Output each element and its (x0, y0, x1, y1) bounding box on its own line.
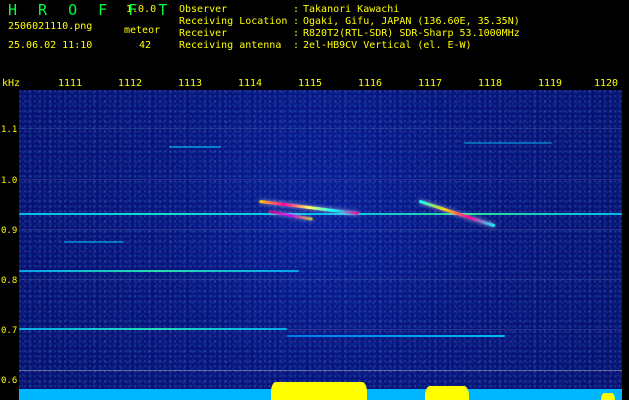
receiver-value: R820T2(RTL-SDR) SDR-Sharp 53.1000MHz (303, 28, 520, 39)
carrier-line-0-93 (19, 213, 622, 215)
y-tick-0-9: 0.9 (1, 226, 18, 236)
weak-signal-1 (169, 146, 221, 148)
signal-level-bar (19, 382, 622, 400)
x-tick-1112: 1112 (118, 78, 143, 89)
x-tick-1119: 1119 (538, 78, 563, 89)
carrier-line-0-82 (19, 270, 299, 272)
x-tick-1111: 1111 (58, 78, 83, 89)
observer-separator: : (293, 4, 300, 15)
receiver-label: Receiver (179, 28, 228, 39)
grid-line-1-0 (19, 179, 622, 180)
antenna-label: Receiving antenna (179, 40, 282, 51)
y-tick-1-0: 1.0 (1, 176, 18, 186)
spectrogram-display (19, 90, 622, 400)
observer-row: Observer : Takanori Kawachi (179, 4, 520, 16)
y-tick-0-6: 0.6 (1, 376, 18, 386)
app-version: 1.0.0 (126, 4, 157, 15)
file-name-label: 2506021110.png (8, 21, 93, 32)
x-tick-1113: 1113 (178, 78, 203, 89)
right-margin (622, 90, 629, 400)
y-tick-0-8: 0.8 (1, 276, 18, 286)
x-tick-1117: 1117 (418, 78, 443, 89)
y-axis: 1.1 1.0 0.9 0.8 0.7 0.6 (0, 90, 19, 400)
antenna-value: 2el-HB9CV Vertical (el. E-W) (303, 40, 472, 51)
weak-signal-2 (464, 142, 552, 144)
location-separator: : (293, 16, 300, 27)
spectrogram-noise (19, 90, 622, 400)
y-tick-1-1: 1.1 (1, 125, 18, 135)
carrier-line-0-70 (19, 328, 287, 330)
app-header: H R O F F T 1.0.0 2506021110.png meteor … (0, 0, 629, 60)
grid-line-0-8 (19, 279, 622, 280)
grid-line-1-1 (19, 128, 622, 129)
timestamp-label: 25.06.02 11:10 (8, 40, 93, 51)
meteor-label: meteor (124, 25, 161, 36)
grid-line-0-6 (19, 370, 622, 371)
location-value: Ogaki, Gifu, JAPAN (136.60E, 35.35N) (303, 16, 520, 27)
location-row: Receiving Location : Ogaki, Gifu, JAPAN … (179, 16, 520, 28)
observer-value: Takanori Kawachi (303, 4, 400, 15)
grid-line-0-9 (19, 229, 622, 230)
x-tick-1120: 1120 (594, 78, 619, 89)
small-level-spike (601, 393, 615, 400)
receiver-separator: : (293, 28, 300, 39)
meteor-level-spike-secondary (425, 386, 469, 400)
location-label: Receiving Location (179, 16, 288, 27)
antenna-row: Receiving antenna : 2el-HB9CV Vertical (… (179, 40, 520, 52)
x-tick-1116: 1116 (358, 78, 383, 89)
y-tick-0-7: 0.7 (1, 326, 18, 336)
receiver-row: Receiver : R820T2(RTL-SDR) SDR-Sharp 53.… (179, 28, 520, 40)
khz-label: kHz (2, 78, 21, 89)
weak-signal-3 (64, 241, 124, 243)
meteor-level-spike (271, 382, 367, 400)
meteor-count-value: 42 (139, 40, 152, 51)
antenna-separator: : (293, 40, 300, 51)
carrier-line-0-69 (287, 335, 505, 337)
x-tick-1114: 1114 (238, 78, 263, 89)
x-tick-1118: 1118 (478, 78, 503, 89)
x-tick-1115: 1115 (298, 78, 323, 89)
observer-label: Observer (179, 4, 228, 15)
station-info: Observer : Takanori Kawachi Receiving Lo… (179, 4, 520, 52)
